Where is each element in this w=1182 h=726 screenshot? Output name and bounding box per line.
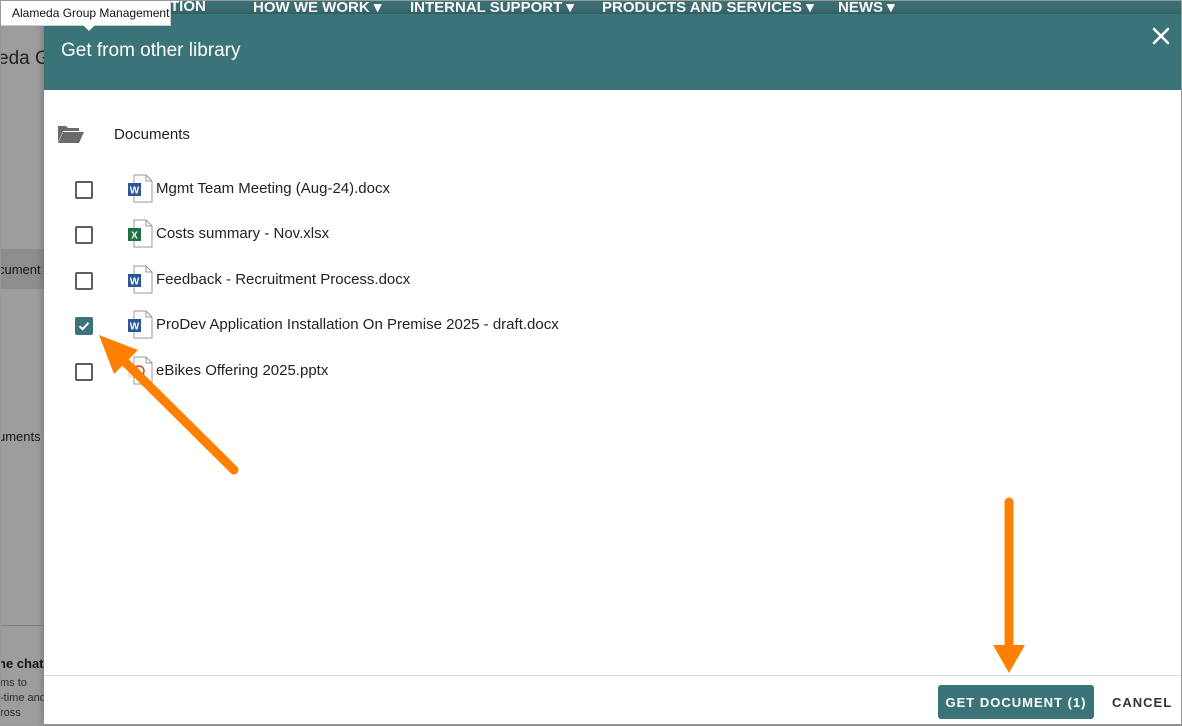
site-tooltip: Alameda Group Management <box>0 0 171 31</box>
file-row[interactable]: W Mgmt Team Meeting (Aug-24).docx <box>44 174 844 206</box>
svg-text:W: W <box>130 186 140 197</box>
checkbox[interactable] <box>75 363 93 381</box>
checkbox[interactable] <box>75 226 93 244</box>
file-row[interactable]: eBikes Offering 2025.pptx <box>44 356 844 388</box>
get-document-button[interactable]: GET DOCUMENT (1) <box>938 685 1094 719</box>
close-icon[interactable] <box>1149 26 1173 50</box>
word-file-icon: W <box>127 174 153 204</box>
file-row[interactable]: W ProDev Application Installation On Prem… <box>44 310 844 342</box>
file-name: ProDev Application Installation On Premi… <box>156 316 559 333</box>
powerpoint-file-icon <box>127 356 153 386</box>
file-row[interactable]: W Feedback - Recruitment Process.docx <box>44 265 844 297</box>
word-file-icon: W <box>127 265 153 295</box>
svg-text:W: W <box>130 322 140 333</box>
get-from-library-dialog: Get from other library Documents W Mgmt T… <box>44 14 1182 725</box>
checkbox-checked[interactable] <box>75 317 93 335</box>
nav-item-truncated[interactable]: TION <box>170 0 206 15</box>
dialog-footer: GET DOCUMENT (1) CANCEL <box>44 675 1182 726</box>
folder-label: Documents <box>114 126 190 143</box>
file-name: eBikes Offering 2025.pptx <box>156 362 329 379</box>
cancel-button[interactable]: CANCEL <box>1106 685 1172 719</box>
excel-file-icon: X <box>127 219 153 249</box>
dialog-title: Get from other library <box>61 40 241 61</box>
svg-text:X: X <box>131 231 138 242</box>
tooltip-text: Alameda Group Management <box>12 6 170 20</box>
folder-open-icon <box>57 124 85 149</box>
file-name: Costs summary - Nov.xlsx <box>156 225 330 242</box>
checkbox[interactable] <box>75 181 93 199</box>
file-row[interactable]: X Costs summary - Nov.xlsx <box>44 219 844 251</box>
checkbox[interactable] <box>75 272 93 290</box>
word-file-icon: W <box>127 310 153 340</box>
svg-text:W: W <box>130 277 140 288</box>
file-name: Feedback - Recruitment Process.docx <box>156 271 411 288</box>
folder-row-documents[interactable]: Documents <box>44 122 644 148</box>
dialog-header: Get from other library <box>44 14 1182 90</box>
file-name: Mgmt Team Meeting (Aug-24).docx <box>156 180 390 197</box>
